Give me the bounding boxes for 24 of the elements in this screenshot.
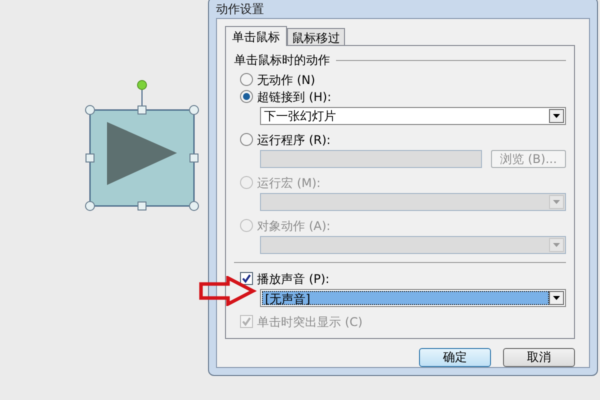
- dropdown[interactable]: [无声音]: [260, 289, 566, 307]
- option-label: 超链接到 (H):: [257, 88, 332, 104]
- caret-icon: [553, 200, 560, 204]
- option-label: 运行程序 (R):: [257, 132, 331, 148]
- radio-button[interactable]: [240, 73, 253, 86]
- tab[interactable]: 鼠标移过: [287, 28, 345, 45]
- option-label: 播放声音 (P):: [257, 270, 330, 286]
- dialog-button[interactable]: 取消: [503, 348, 575, 367]
- dialog-button[interactable]: 确定: [419, 348, 491, 367]
- arrow-annotation: [198, 276, 258, 306]
- tab[interactable]: 单击鼠标: [225, 26, 287, 46]
- dropdown[interactable]: 下一张幻灯片: [260, 107, 566, 125]
- radio-button[interactable]: [240, 90, 253, 103]
- caret-icon: [553, 296, 560, 300]
- checkbox[interactable]: [240, 272, 253, 285]
- option-label: 运行宏 (M):: [257, 174, 321, 190]
- caret-icon: [553, 243, 560, 247]
- option-label: 对象动作 (A):: [257, 218, 330, 234]
- option-label: 单击时突出显示 (C): [257, 314, 363, 330]
- option-label: 无动作 (N): [257, 72, 316, 88]
- window-title: 动作设置: [216, 2, 264, 17]
- group-title: 单击鼠标时的动作: [234, 52, 330, 68]
- radio-button[interactable]: [240, 133, 253, 146]
- caret-icon: [553, 114, 560, 118]
